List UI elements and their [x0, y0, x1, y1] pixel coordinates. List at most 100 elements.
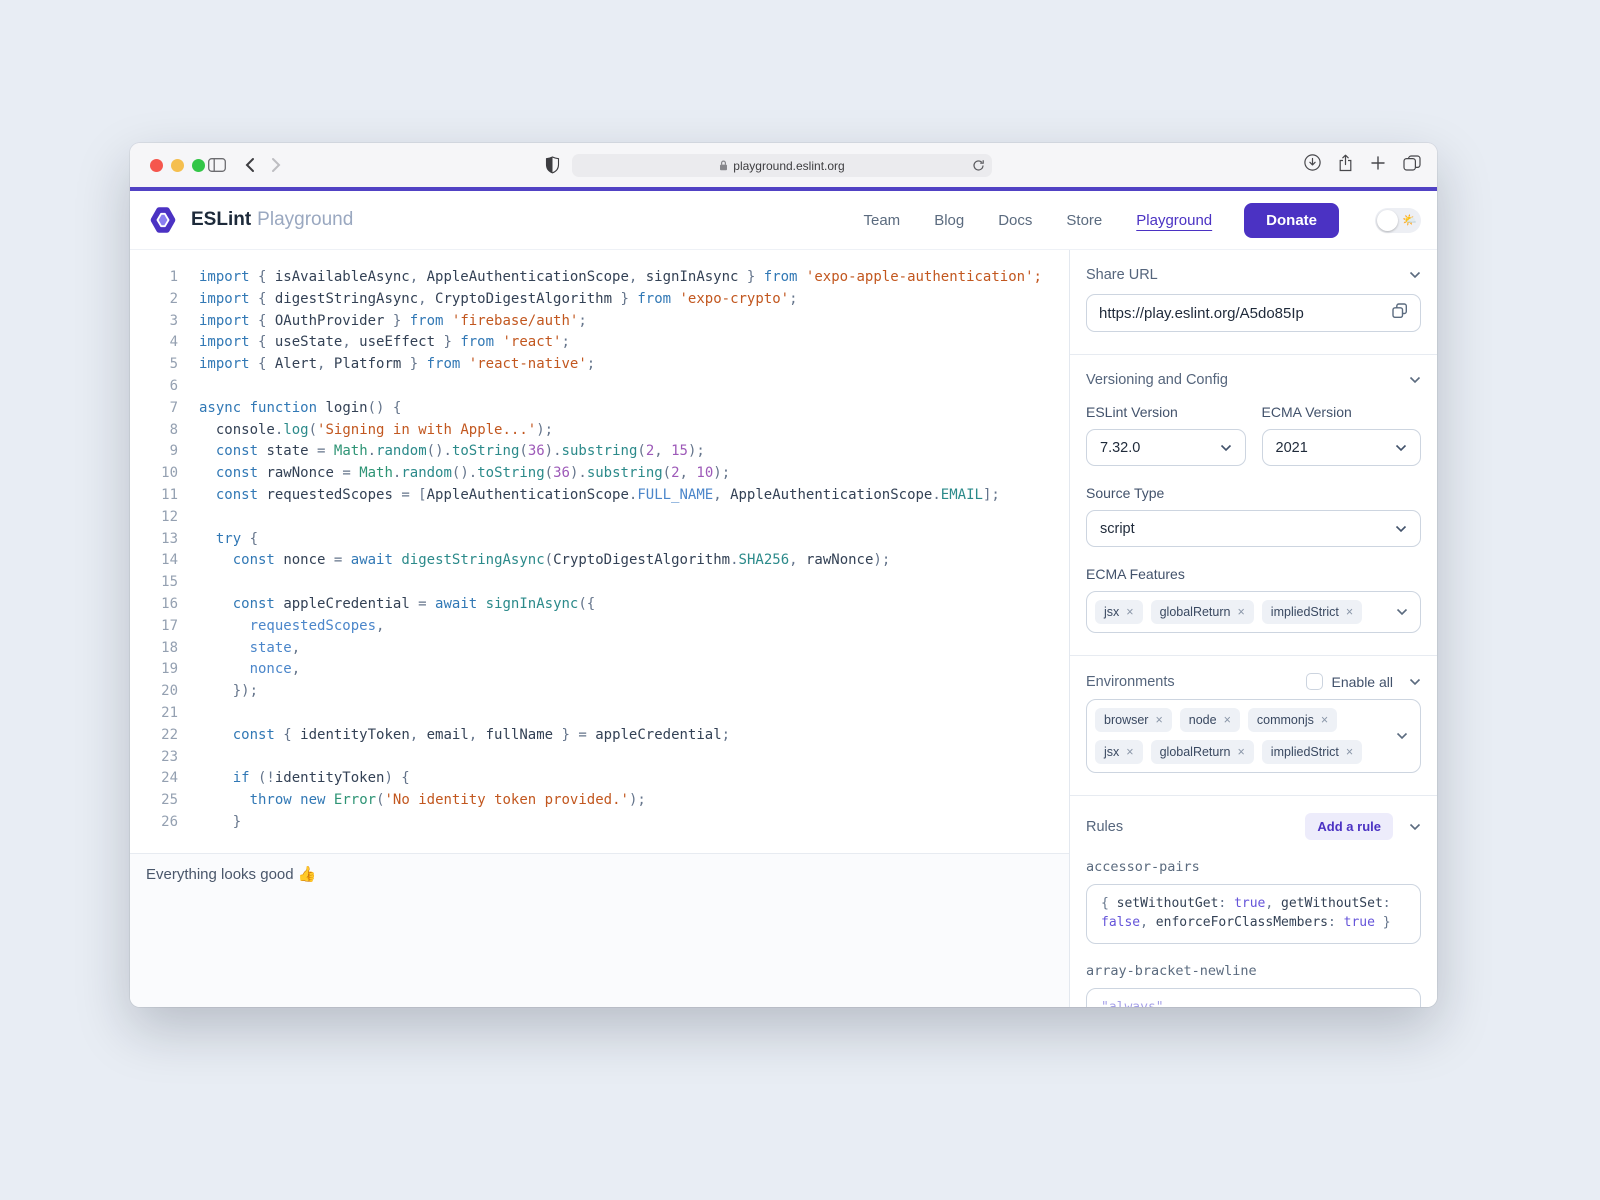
chip-remove-icon[interactable]: ×	[1155, 713, 1162, 727]
main-nav: Team Blog Docs Store Playground	[864, 212, 1213, 229]
sidebar-toggle-icon[interactable]	[208, 143, 226, 187]
code-line: 21	[146, 703, 1069, 725]
chip-remove-icon[interactable]: ×	[1237, 745, 1244, 759]
code-token: ,	[469, 727, 486, 743]
code-token: (	[637, 443, 645, 459]
minimize-window-icon[interactable]	[171, 159, 184, 172]
line-number: 7	[146, 398, 178, 420]
rule-config-input[interactable]: { setWithoutGet: true, getWithoutSet: fa…	[1086, 884, 1421, 944]
nav-item-docs[interactable]: Docs	[998, 212, 1032, 229]
theme-toggle[interactable]: 🌤️	[1375, 208, 1421, 233]
chip-label: globalReturn	[1160, 745, 1231, 759]
code-token: );	[629, 792, 646, 808]
rules-section: Rules Add a rule accessor-pairs{ setWith…	[1070, 796, 1437, 1007]
code-line: 7async function login() {	[146, 398, 1069, 420]
code-token: nonce	[250, 661, 292, 677]
chip-remove-icon[interactable]: ×	[1346, 605, 1353, 619]
nav-item-blog[interactable]: Blog	[934, 212, 964, 229]
code-token: );	[536, 422, 553, 438]
line-number: 20	[146, 681, 178, 703]
code-token: 'Signing in with Apple...'	[317, 422, 536, 438]
code-token: import	[199, 269, 250, 285]
ecma-features-multiselect[interactable]: jsx×globalReturn×impliedStrict×	[1086, 591, 1421, 633]
source-type-value: script	[1100, 521, 1135, 537]
code-token: }	[612, 291, 637, 307]
code-token: 2	[646, 443, 654, 459]
code-token: });	[199, 683, 258, 699]
chevron-down-icon[interactable]	[1396, 603, 1408, 621]
code-line: 12	[146, 507, 1069, 529]
code-token: ).	[570, 465, 587, 481]
code-token: 'No identity token provided.'	[385, 792, 629, 808]
site-header: ESLintPlayground Team Blog Docs Store Playgr…	[130, 191, 1437, 250]
code-token: {	[241, 531, 258, 547]
line-number: 19	[146, 659, 178, 681]
chevron-down-icon[interactable]	[1409, 819, 1421, 835]
chip-remove-icon[interactable]: ×	[1224, 713, 1231, 727]
new-tab-icon[interactable]	[1370, 155, 1386, 176]
close-window-icon[interactable]	[150, 159, 163, 172]
chevron-down-icon[interactable]	[1409, 267, 1421, 283]
code-editor[interactable]: 1import { isAvailableAsync, AppleAuthent…	[130, 250, 1069, 1007]
code-token: 15	[671, 443, 688, 459]
nav-item-playground[interactable]: Playground	[1136, 212, 1212, 229]
rule-config-input[interactable]: "always"	[1086, 988, 1421, 1007]
eslint-version-select[interactable]: 7.32.0	[1086, 429, 1246, 466]
address-bar[interactable]: playground.eslint.org	[572, 154, 992, 177]
code-token: fullName	[486, 727, 553, 743]
enable-all-checkbox[interactable]	[1306, 673, 1323, 690]
chip-browser: browser×	[1095, 708, 1172, 732]
share-icon[interactable]	[1338, 154, 1353, 177]
code-line: 1import { isAvailableAsync, AppleAuthent…	[146, 267, 1069, 289]
code-token: requestedScopes	[250, 618, 376, 634]
privacy-shield-icon[interactable]	[545, 143, 560, 187]
code-token: (	[376, 792, 384, 808]
chip-remove-icon[interactable]: ×	[1126, 745, 1133, 759]
chip-remove-icon[interactable]: ×	[1346, 745, 1353, 759]
code-token: const	[233, 727, 275, 743]
line-number: 1	[146, 267, 178, 289]
copy-icon[interactable]	[1392, 303, 1408, 323]
code-line: 11 const requestedScopes = [AppleAuthent…	[146, 485, 1069, 507]
downloads-icon[interactable]	[1304, 154, 1321, 176]
code-token: const	[216, 487, 258, 503]
chevron-down-icon[interactable]	[1409, 674, 1421, 690]
code-token: Error	[334, 792, 376, 808]
tab-overview-icon[interactable]	[1403, 155, 1421, 176]
share-url-input[interactable]: https://play.eslint.org/A5do85Ip	[1086, 294, 1421, 332]
line-number: 9	[146, 441, 178, 463]
chip-remove-icon[interactable]: ×	[1126, 605, 1133, 619]
ecma-version-select[interactable]: 2021	[1262, 429, 1422, 466]
code-token	[292, 792, 300, 808]
code-token: ];	[983, 487, 1000, 503]
back-icon[interactable]	[245, 143, 255, 187]
share-url-value: https://play.eslint.org/A5do85Ip	[1099, 305, 1304, 322]
chevron-down-icon[interactable]	[1396, 727, 1408, 745]
maximize-window-icon[interactable]	[192, 159, 205, 172]
source-type-select[interactable]: script	[1086, 510, 1421, 547]
code-token: new	[300, 792, 325, 808]
browser-window: playground.eslint.org	[130, 143, 1437, 1007]
forward-icon[interactable]	[271, 143, 281, 187]
chevron-down-icon[interactable]	[1409, 372, 1421, 388]
code-token: (	[545, 552, 553, 568]
code-line: 25 throw new Error('No identity token pr…	[146, 790, 1069, 812]
theme-toggle-knob	[1377, 210, 1398, 231]
code-token: :	[1218, 896, 1234, 911]
code-token: AppleAuthenticationScope	[730, 487, 932, 503]
add-rule-button[interactable]: Add a rule	[1305, 813, 1393, 840]
code-token: ,	[317, 356, 334, 372]
environments-multiselect[interactable]: browser×node×commonjs×jsx×globalReturn×i…	[1086, 699, 1421, 773]
refresh-icon[interactable]	[972, 159, 985, 175]
nav-item-store[interactable]: Store	[1066, 212, 1102, 229]
brand-logo-link[interactable]: ESLintPlayground	[146, 203, 353, 237]
code-token: 'react-native'	[469, 356, 587, 372]
chip-remove-icon[interactable]: ×	[1237, 605, 1244, 619]
code-lines[interactable]: 1import { isAvailableAsync, AppleAuthent…	[130, 250, 1069, 853]
chip-remove-icon[interactable]: ×	[1321, 713, 1328, 727]
code-token: ;	[789, 291, 797, 307]
code-token: ,	[1265, 896, 1281, 911]
nav-item-team[interactable]: Team	[864, 212, 901, 229]
code-token: 36	[528, 443, 545, 459]
donate-button[interactable]: Donate	[1244, 203, 1339, 238]
